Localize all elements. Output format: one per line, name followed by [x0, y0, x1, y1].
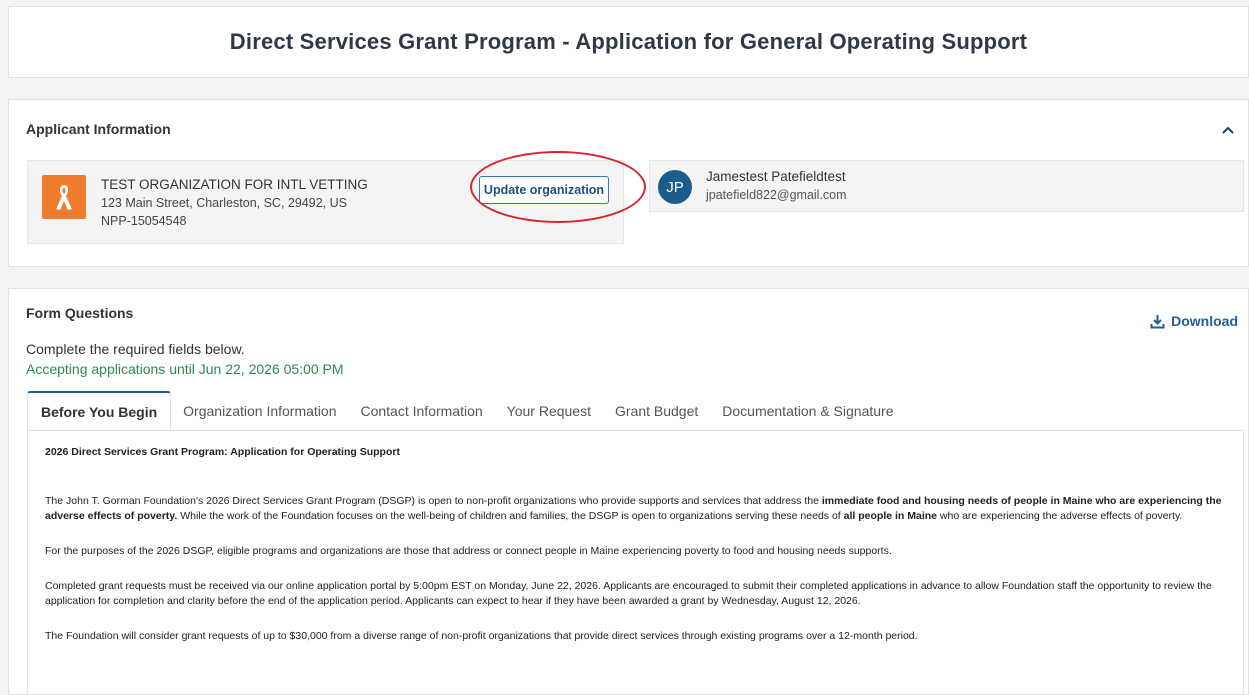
content-heading: 2026 Direct Services Grant Program: Appl…: [45, 446, 400, 458]
contact-name: Jamestest Patefieldtest: [706, 169, 846, 184]
contact-card: JP Jamestest Patefieldtest jpatefield822…: [649, 160, 1244, 212]
paragraph-text: While the work of the Foundation focuses…: [177, 510, 844, 522]
tab-before-you-begin[interactable]: Before You Begin: [27, 391, 172, 431]
paragraph-text: who are experiencing the adverse effects…: [937, 510, 1183, 522]
tab-documentation-signature[interactable]: Documentation & Signature: [710, 391, 905, 431]
content-paragraph: The Foundation will consider grant reque…: [45, 630, 918, 642]
download-label: Download: [1171, 313, 1238, 329]
contact-email: jpatefield822@gmail.com: [706, 188, 847, 202]
download-link[interactable]: Download: [1150, 313, 1238, 329]
tab-your-request[interactable]: Your Request: [495, 391, 603, 431]
tab-contact-information[interactable]: Contact Information: [348, 391, 494, 431]
paragraph-text: The John T. Gorman Foundation's 2026 Dir…: [45, 495, 822, 507]
content-paragraph: The John T. Gorman Foundation's 2026 Dir…: [45, 494, 1226, 524]
organization-id: NPP-15054548: [101, 214, 187, 228]
avatar: JP: [658, 170, 692, 204]
update-organization-button[interactable]: Update organization: [479, 176, 609, 204]
paragraph-emphasis: all people in Maine: [843, 510, 937, 522]
download-icon: [1150, 314, 1165, 328]
tab-organization-information[interactable]: Organization Information: [171, 391, 348, 431]
deadline-note: Accepting applications until Jun 22, 202…: [26, 361, 344, 377]
ribbon-icon: [42, 175, 86, 219]
required-fields-note: Complete the required fields below.: [26, 341, 245, 357]
tab-grant-budget[interactable]: Grant Budget: [603, 391, 710, 431]
organization-address: 123 Main Street, Charleston, SC, 29492, …: [101, 196, 347, 210]
tab-content: 2026 Direct Services Grant Program: Appl…: [27, 430, 1244, 695]
applicant-information-section: Applicant Information TEST ORGANIZATION …: [8, 99, 1249, 267]
applicant-section-title: Applicant Information: [26, 121, 171, 137]
content-paragraph: Completed grant requests must be receive…: [45, 580, 1212, 607]
page-header: Direct Services Grant Program - Applicat…: [8, 6, 1249, 78]
chevron-up-icon[interactable]: [1220, 122, 1236, 138]
organization-card: TEST ORGANIZATION FOR INTL VETTING 123 M…: [27, 151, 646, 244]
form-tabs: Before You Begin Organization Informatio…: [27, 391, 905, 431]
page-title: Direct Services Grant Program - Applicat…: [229, 29, 1028, 54]
form-questions-section: Form Questions Download Complete the req…: [8, 288, 1249, 695]
form-section-title: Form Questions: [26, 305, 134, 321]
content-paragraph: For the purposes of the 2026 DSGP, eligi…: [45, 545, 892, 557]
organization-name: TEST ORGANIZATION FOR INTL VETTING: [101, 177, 368, 192]
